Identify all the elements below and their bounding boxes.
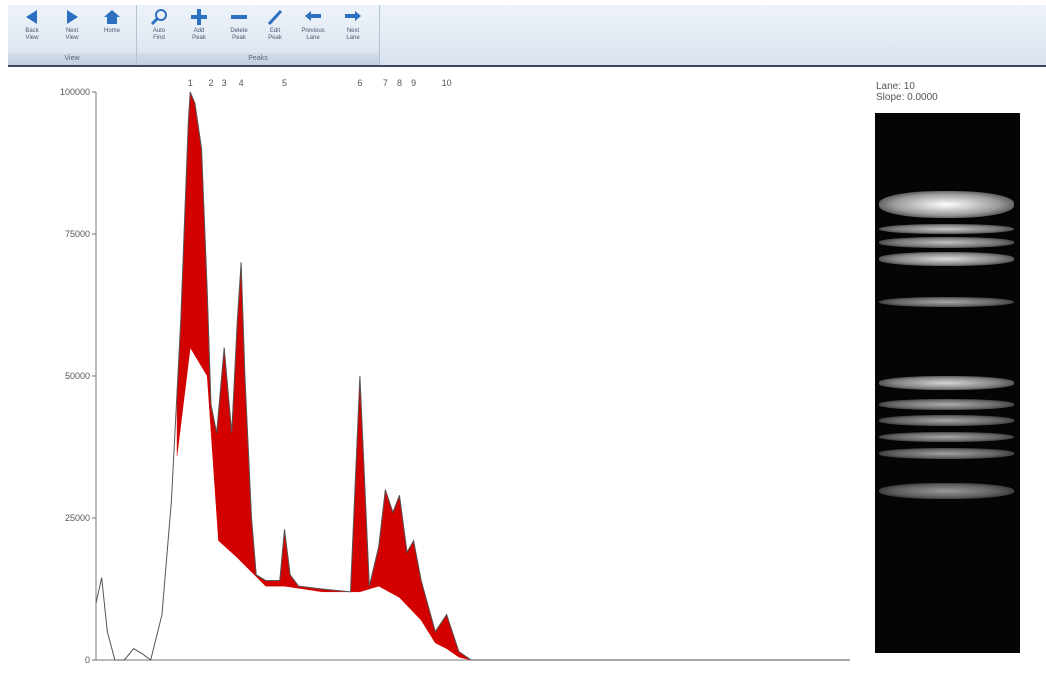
gel-band: [879, 482, 1014, 500]
y-tick-label: 25000: [65, 513, 90, 523]
delete-peak-button[interactable]: Delete Peak: [221, 8, 257, 53]
peak-label: 4: [239, 78, 244, 88]
peak-area-fill: [176, 91, 472, 661]
lane-info: Lane: 10 Slope: 0.0000: [876, 81, 938, 103]
gel-band: [879, 415, 1014, 427]
previous-lane-label: Previous Lane: [301, 28, 325, 41]
peaks-group-label: Peaks: [137, 53, 379, 65]
peak-label: 1: [188, 78, 193, 88]
arrow-back-icon: [305, 11, 321, 21]
peak-label: 9: [411, 78, 416, 88]
peak-label: 7: [383, 78, 388, 88]
auto-find-button[interactable]: Auto Find: [141, 8, 177, 53]
gel-band: [879, 191, 1014, 219]
arrow-left-icon: [26, 10, 37, 24]
back-view-button[interactable]: Back View: [14, 8, 50, 53]
pencil-icon: [267, 9, 283, 26]
view-group: Back View Next View Home View: [8, 5, 137, 65]
gel-band: [879, 376, 1014, 390]
gel-band: [879, 296, 1014, 308]
gel-lane-image: [875, 113, 1020, 653]
gel-band: [879, 223, 1014, 235]
y-tick-label: 100000: [60, 87, 90, 97]
arrow-forward-icon: [345, 11, 361, 21]
arrow-right-icon: [67, 10, 78, 24]
peak-label: 6: [357, 78, 362, 88]
home-button[interactable]: Home: [94, 8, 130, 53]
toolbar: Back View Next View Home View Auto Find Add…: [8, 5, 1046, 67]
slope-value: Slope: 0.0000: [876, 92, 938, 103]
peaks-group: Auto Find Add Peak Delete Peak Edit Peak Pre…: [137, 5, 380, 65]
previous-lane-button[interactable]: Previous Lane: [295, 8, 331, 53]
y-tick-label: 50000: [65, 371, 90, 381]
delete-peak-label: Delete Peak: [230, 28, 248, 41]
gel-band: [879, 237, 1014, 248]
magnifier-icon: [150, 9, 167, 26]
peak-label: 8: [397, 78, 402, 88]
view-group-label: View: [8, 53, 136, 65]
next-view-label: Next View: [65, 28, 79, 41]
next-lane-label: Next Lane: [346, 28, 360, 41]
add-peak-button[interactable]: Add Peak: [181, 8, 217, 53]
back-view-label: Back View: [25, 28, 39, 41]
peak-label: 2: [208, 78, 213, 88]
home-icon: [104, 10, 120, 24]
peak-label: 3: [222, 78, 227, 88]
lane-number: Lane: 10: [876, 81, 915, 92]
edit-peak-label: Edit Peak: [268, 28, 282, 41]
gel-band: [879, 399, 1014, 410]
gel-band: [879, 447, 1014, 459]
add-peak-label: Add Peak: [192, 28, 206, 41]
peak-label: 5: [282, 78, 287, 88]
next-view-button[interactable]: Next View: [54, 8, 90, 53]
peak-label: 10: [442, 78, 452, 88]
minus-icon: [231, 15, 247, 19]
plus-icon: [191, 9, 207, 25]
y-tick-label: 0: [85, 655, 90, 665]
gel-band: [879, 431, 1014, 443]
auto-find-label: Auto Find: [152, 28, 166, 41]
gel-band: [879, 252, 1014, 266]
edit-peak-button[interactable]: Edit Peak: [257, 8, 293, 53]
next-lane-button[interactable]: Next Lane: [335, 8, 371, 53]
lane-profile-chart[interactable]: 02500050000750001000001 2 3 4 5 6 7 8 9 10: [0, 68, 860, 673]
home-label: Home: [103, 28, 120, 34]
y-tick-label: 75000: [65, 229, 90, 239]
